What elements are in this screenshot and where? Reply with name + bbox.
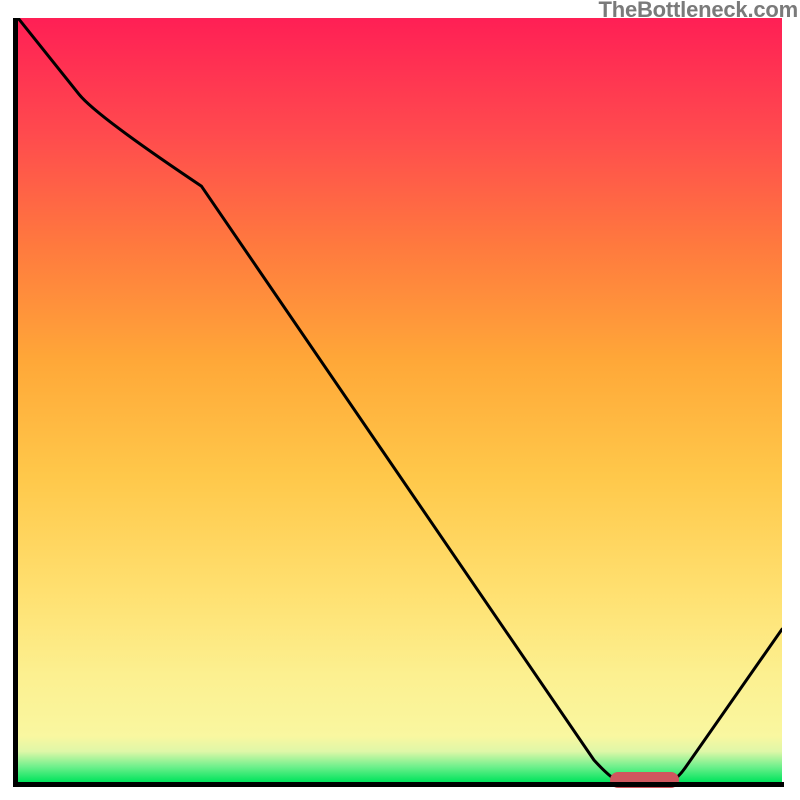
chart-canvas: TheBottleneck.com <box>0 0 800 800</box>
plot-area <box>18 18 782 782</box>
watermark-text: TheBottleneck.com <box>598 0 798 23</box>
axis-left <box>13 18 18 787</box>
axis-bottom <box>13 782 784 787</box>
